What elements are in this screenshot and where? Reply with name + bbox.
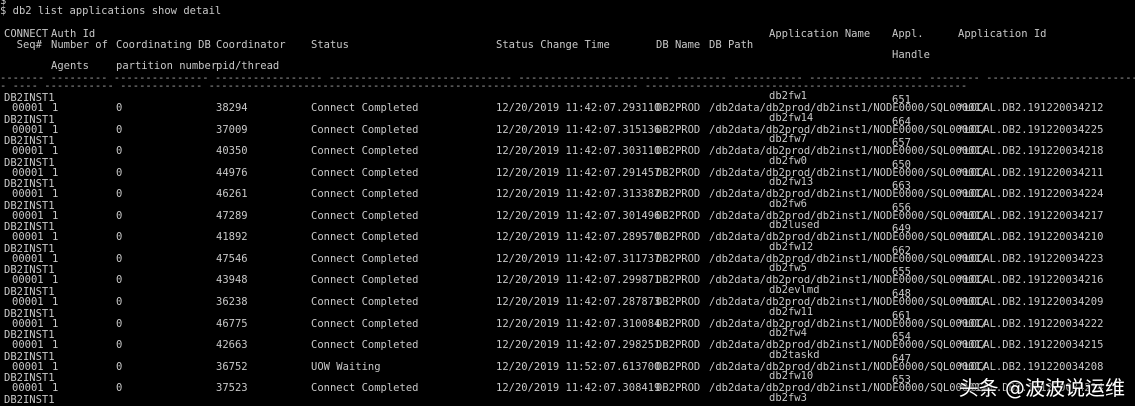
row-db-name: DB2PROD — [656, 382, 701, 395]
application-row: DB2INST1 db2fw0 650 *LOCAL.DB2.191220034211… — [0, 154, 1135, 178]
row-application-name: db2fw7 — [769, 133, 807, 146]
header-db-name: DB Name — [656, 39, 701, 51]
row-application-name: db2fw0 — [769, 154, 807, 167]
application-row: DB2INST1 db2fw12 662 *LOCAL.DB2.19122003422… — [0, 240, 1135, 265]
header-coordinator: Coordinator — [216, 39, 286, 51]
row-application-name: db2fw5 — [769, 262, 807, 275]
row-application-name: db2taskd — [769, 348, 820, 361]
terminal-window[interactable]: $ $ db2 list applications show detail CO… — [0, 0, 1135, 405]
application-row: DB2INST1 db2lused 649 *LOCAL.DB2.1912200342… — [0, 219, 1135, 243]
row-status-change-time: 12/20/2019 11:42:07.308419 — [496, 382, 661, 395]
header-pid-thread: pid/thread — [216, 60, 280, 72]
row-db-path: /db2data/db2prod/db2inst1/NODE0000/SQL00… — [709, 382, 988, 395]
application-row: DB2INST1 db2fw7 657 *LOCAL.DB2.191220034218… — [0, 133, 1135, 157]
row-application-name: db2fw14 — [769, 111, 814, 124]
row-application-name: db2fw6 — [769, 197, 807, 210]
row-coordinator-pid: 37523 — [216, 382, 248, 395]
header-appl: Appl. — [892, 28, 924, 40]
header-application-id: Application Id — [958, 28, 1047, 40]
row-application-name: db2fw10 — [769, 370, 814, 383]
row-application-name: db2fw4 — [769, 327, 807, 340]
application-row: DB2INST1 db2evlmd 648 *LOCAL.DB2.1912200342… — [0, 283, 1135, 308]
row-application-name: db2fw11 — [769, 305, 814, 318]
application-row: DB2INST1 db2fw13 663 *LOCAL.DB2.19122003422… — [0, 176, 1135, 200]
row-status: Connect Completed — [311, 382, 419, 395]
application-row: DB2INST1 db2fw1 651 *LOCAL.DB2.191220034212… — [0, 90, 1135, 114]
row-application-name: db2lused — [769, 219, 820, 232]
row-auth-id: DB2INST1 — [4, 394, 55, 406]
application-row: DB2INST1 db2fw4 654 *LOCAL.DB2.191220034215… — [0, 327, 1135, 351]
row-application-name: db2fw1 — [769, 90, 807, 102]
application-row: DB2INST1 db2fw5 655 *LOCAL.DB2.191220034216… — [0, 262, 1135, 286]
watermark: 头条 @波波说运维 — [958, 376, 1125, 401]
row-agents: 1 — [52, 382, 59, 395]
header-separator: ------- --------- --------------- ------… — [0, 73, 1135, 79]
header-separator-wrap: - ---- ----------- ------------- -------… — [0, 81, 968, 87]
header-status-change-time: Status Change Time — [496, 39, 610, 51]
header-partition-number: partition number — [116, 60, 218, 72]
application-row: DB2INST1 db2taskd 647 *LOCAL.DB2.1912200342… — [0, 348, 1135, 372]
header-coord-db: Coordinating DB — [116, 39, 211, 51]
row-seq: 00001 — [12, 382, 44, 395]
header-agents: Agents — [51, 60, 89, 72]
row-application-name: db2evlmd — [769, 283, 820, 296]
header-number-of: Number of — [51, 39, 108, 51]
header-application-name: Application Name — [769, 28, 871, 40]
row-application-name: db2fw13 — [769, 176, 814, 189]
header-handle: Handle — [892, 49, 930, 61]
header-status: Status — [311, 39, 349, 51]
header-seq: Seq# — [4, 39, 42, 51]
command-line: $ db2 list applications show detail — [0, 5, 222, 17]
application-row: DB2INST1 db2fw6 656 *LOCAL.DB2.191220034217… — [0, 197, 1135, 221]
application-row: DB2INST1 db2fw14 664 *LOCAL.DB2.19122003422… — [0, 111, 1135, 135]
application-row: DB2INST1 db2fw11 661 *LOCAL.DB2.19122003422… — [0, 305, 1135, 329]
row-partition: 0 — [116, 382, 123, 395]
row-application-name: db2fw3 — [769, 392, 807, 404]
row-application-name: db2fw12 — [769, 240, 814, 253]
header-db-path: DB Path — [709, 39, 754, 51]
